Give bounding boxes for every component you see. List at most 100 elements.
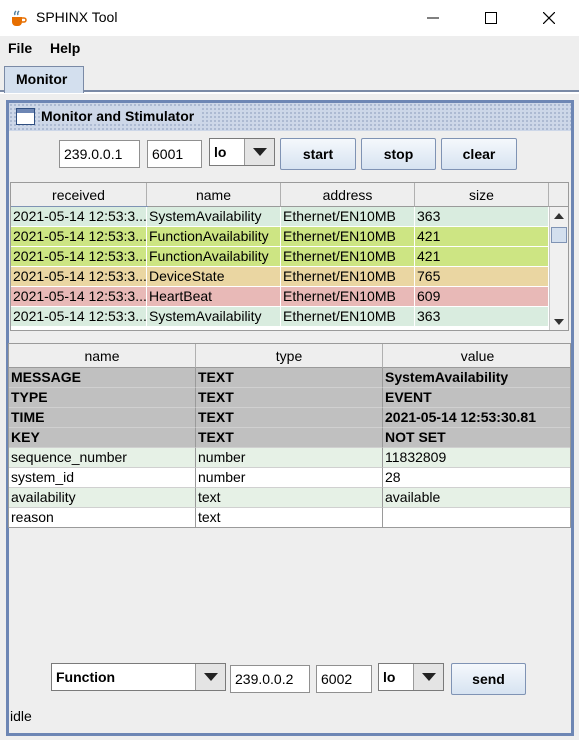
monitor-interface-value: lo — [214, 144, 227, 160]
cell-address: Ethernet/EN10MB — [281, 287, 415, 307]
message-details-table: name type value MESSAGE TEXT SystemAvailab… — [8, 343, 571, 528]
send-address-field[interactable]: 239.0.0.2 — [230, 665, 310, 693]
monitor-port-field[interactable]: 6001 — [147, 140, 202, 168]
column-header-field-name[interactable]: name — [9, 344, 196, 368]
cell-name: FunctionAvailability — [147, 227, 281, 247]
cell-value: 2021-05-14 12:53:30.81 — [383, 408, 570, 428]
cell-address: Ethernet/EN10MB — [281, 307, 415, 327]
column-header-type[interactable]: type — [196, 344, 383, 368]
menu-help[interactable]: Help — [50, 40, 80, 56]
cell-type: text — [196, 508, 383, 527]
cell-name: availability — [9, 488, 196, 508]
cell-type: TEXT — [196, 368, 383, 388]
cell-value — [383, 508, 570, 527]
cell-received: 2021-05-14 12:53:3... — [11, 307, 147, 327]
menu-bar: File Help — [0, 36, 579, 62]
column-header-name[interactable]: name — [147, 183, 281, 207]
cell-name: SystemAvailability — [147, 307, 281, 327]
cell-address: Ethernet/EN10MB — [281, 207, 415, 227]
table-row[interactable]: 2021-05-14 12:53:3... SystemAvailability E… — [11, 307, 549, 327]
cell-address: Ethernet/EN10MB — [281, 267, 415, 287]
message-type-value: Function — [56, 669, 116, 685]
scrollbar-thumb[interactable] — [551, 227, 567, 243]
cell-type: TEXT — [196, 428, 383, 448]
tab-monitor[interactable]: Monitor — [4, 66, 84, 93]
status-text: idle — [10, 708, 32, 724]
cell-type: TEXT — [196, 408, 383, 428]
table-row[interactable]: sequence_number number 11832809 — [9, 448, 570, 468]
cell-name: reason — [9, 508, 196, 527]
column-header-value[interactable]: value — [383, 344, 570, 368]
cell-type: number — [196, 448, 383, 468]
chevron-down-icon[interactable] — [413, 664, 443, 690]
send-interface-select[interactable]: lo — [378, 663, 444, 691]
cell-type: TEXT — [196, 388, 383, 408]
clear-button[interactable]: clear — [441, 138, 517, 170]
cell-name: KEY — [9, 428, 196, 448]
start-button[interactable]: start — [280, 138, 356, 170]
messages-scrollbar[interactable] — [549, 207, 568, 330]
tab-strip: Monitor — [0, 62, 579, 93]
cell-received: 2021-05-14 12:53:3... — [11, 287, 147, 307]
cell-name: TIME — [9, 408, 196, 428]
column-header-size[interactable]: size — [415, 183, 549, 207]
scroll-up-icon[interactable] — [550, 207, 568, 225]
cell-name: SystemAvailability — [147, 207, 281, 227]
table-row[interactable]: 2021-05-14 12:53:3... FunctionAvailabilit… — [11, 227, 549, 247]
cell-name: sequence_number — [9, 448, 196, 468]
maximize-button[interactable] — [468, 0, 514, 36]
table-row[interactable]: 2021-05-14 12:53:3... HeartBeat Ethernet/E… — [11, 287, 549, 307]
table-row[interactable]: MESSAGE TEXT SystemAvailability — [9, 368, 570, 388]
cell-value: 11832809 — [383, 448, 570, 468]
window-title: SPHINX Tool — [36, 9, 118, 25]
cell-received: 2021-05-14 12:53:3... — [11, 227, 147, 247]
table-row[interactable]: system_id number 28 — [9, 468, 570, 488]
cell-size: 363 — [415, 207, 549, 227]
cell-name: HeartBeat — [147, 287, 281, 307]
menu-file[interactable]: File — [8, 40, 32, 56]
close-button[interactable] — [526, 0, 572, 36]
cell-type: number — [196, 468, 383, 488]
cell-size: 765 — [415, 267, 549, 287]
table-row[interactable]: reason text — [9, 508, 570, 527]
table-row[interactable]: 2021-05-14 12:53:3... FunctionAvailabilit… — [11, 247, 549, 267]
scroll-down-icon[interactable] — [550, 313, 568, 330]
cell-value: 28 — [383, 468, 570, 488]
frame-title: Monitor and Stimulator — [41, 108, 203, 124]
minimize-button[interactable] — [410, 0, 456, 36]
column-header-address[interactable]: address — [281, 183, 415, 207]
cell-name: system_id — [9, 468, 196, 488]
frame-title-bar[interactable]: Monitor and Stimulator — [9, 103, 571, 131]
title-bar: SPHINX Tool — [0, 0, 579, 36]
cell-name: TYPE — [9, 388, 196, 408]
cell-address: Ethernet/EN10MB — [281, 227, 415, 247]
cell-received: 2021-05-14 12:53:3... — [11, 206, 148, 228]
send-button[interactable]: send — [451, 663, 526, 695]
cell-size: 609 — [415, 287, 549, 307]
column-header-received[interactable]: received — [11, 183, 147, 207]
send-interface-value: lo — [383, 669, 396, 685]
cell-received: 2021-05-14 12:53:3... — [11, 247, 147, 267]
table-row[interactable]: availability text available — [9, 488, 570, 508]
table-row[interactable]: 2021-05-14 12:53:3... SystemAvailability E… — [11, 206, 549, 228]
monitor-address-field[interactable]: 239.0.0.1 — [59, 140, 140, 168]
table-row[interactable]: TYPE TEXT EVENT — [9, 388, 570, 408]
window-icon — [16, 108, 35, 125]
chevron-down-icon[interactable] — [195, 664, 225, 690]
cell-value: EVENT — [383, 388, 570, 408]
messages-table: received name address size 2021-05-14 12… — [10, 182, 569, 331]
monitor-interface-select[interactable]: lo — [209, 138, 275, 166]
message-type-select[interactable]: Function — [51, 663, 226, 691]
chevron-down-icon[interactable] — [244, 139, 274, 165]
table-row[interactable]: KEY TEXT NOT SET — [9, 428, 570, 448]
table-row[interactable]: 2021-05-14 12:53:3... DeviceState Ethernet… — [11, 267, 549, 287]
cell-size: 363 — [415, 307, 549, 327]
cell-value: NOT SET — [383, 428, 570, 448]
table-row[interactable]: TIME TEXT 2021-05-14 12:53:30.81 — [9, 408, 570, 428]
header-corner — [549, 183, 568, 207]
cell-size: 421 — [415, 227, 549, 247]
send-port-field[interactable]: 6002 — [316, 665, 372, 693]
cell-name: FunctionAvailability — [147, 247, 281, 267]
cell-name: DeviceState — [147, 267, 281, 287]
stop-button[interactable]: stop — [361, 138, 436, 170]
